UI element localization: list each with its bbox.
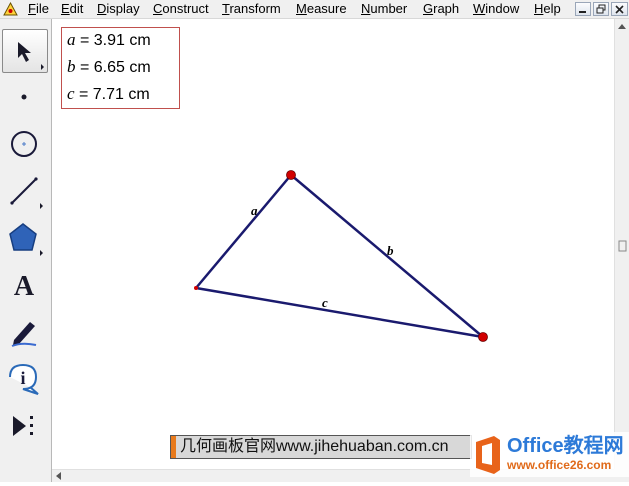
arrow-tool[interactable] bbox=[2, 29, 48, 73]
measurement-a[interactable]: a = 3.91 cm bbox=[67, 30, 151, 51]
marker-tool[interactable] bbox=[2, 310, 48, 354]
measurement-c-value: = 7.71 cm bbox=[74, 86, 150, 103]
point-icon bbox=[21, 94, 27, 100]
logo-title: Office教程网 bbox=[507, 435, 624, 457]
minimize-button[interactable] bbox=[575, 2, 591, 16]
vertex-point-left[interactable] bbox=[194, 286, 198, 290]
straightedge-tool[interactable] bbox=[2, 169, 48, 213]
close-icon bbox=[615, 5, 624, 14]
measurement-a-value: = 3.91 cm bbox=[75, 32, 151, 49]
watermark-bar: 几何画板官网www.jihehuaban.com.cn bbox=[170, 435, 472, 459]
text-tool-glyph: A bbox=[14, 271, 35, 302]
restore-button[interactable] bbox=[593, 2, 609, 16]
vertex-point-right[interactable] bbox=[478, 332, 488, 342]
pen-marker-icon bbox=[11, 322, 37, 347]
menu-transform[interactable]: Transform bbox=[222, 1, 281, 17]
measurement-b-var: b bbox=[67, 57, 76, 76]
menu-help[interactable]: Help bbox=[534, 1, 561, 17]
close-button[interactable] bbox=[611, 2, 628, 16]
menu-graph[interactable]: Graph bbox=[423, 1, 459, 17]
measurement-b[interactable]: b = 6.65 cm bbox=[67, 57, 151, 78]
segment-icon bbox=[10, 177, 43, 209]
measurement-b-value: = 6.65 cm bbox=[75, 59, 151, 76]
toolbox: A i bbox=[0, 19, 52, 482]
menu-measure[interactable]: Measure bbox=[296, 1, 347, 17]
point-tool[interactable] bbox=[2, 75, 48, 119]
info-icon: i bbox=[9, 363, 39, 395]
app-icon[interactable] bbox=[3, 2, 18, 17]
side-label-c: c bbox=[322, 295, 328, 310]
custom-tool[interactable] bbox=[2, 404, 48, 448]
vertex-point-top[interactable] bbox=[286, 170, 296, 180]
menu-bar: File Edit Display Construct Transform Me… bbox=[0, 0, 629, 19]
compass-tool[interactable] bbox=[2, 122, 48, 166]
information-tool[interactable]: i bbox=[2, 357, 48, 401]
segment-c[interactable] bbox=[195, 286, 484, 339]
circle-icon bbox=[11, 131, 37, 157]
vertical-scrollbar[interactable] bbox=[614, 19, 629, 469]
menu-number[interactable]: Number bbox=[361, 1, 407, 17]
text-tool[interactable]: A bbox=[2, 263, 48, 307]
text-a-icon: A bbox=[14, 271, 35, 302]
custom-tool-icon bbox=[13, 416, 33, 436]
watermark-text: 几何画板官网www.jihehuaban.com.cn bbox=[180, 438, 449, 455]
pentagon-icon bbox=[9, 223, 43, 256]
arrow-pointer-icon bbox=[18, 42, 44, 70]
measurement-a-var: a bbox=[67, 30, 76, 49]
segment-a[interactable] bbox=[195, 174, 292, 289]
vertical-scrollbar-parts bbox=[618, 24, 627, 252]
restore-icon bbox=[596, 4, 606, 14]
side-label-a: a bbox=[251, 203, 258, 218]
side-label-b: b bbox=[387, 243, 394, 258]
minimize-icon bbox=[579, 11, 586, 13]
menu-file[interactable]: File bbox=[28, 1, 49, 17]
menu-window[interactable]: Window bbox=[473, 1, 519, 17]
logo-url: www.office26.com bbox=[507, 458, 612, 472]
info-tool-glyph: i bbox=[20, 368, 25, 388]
measurement-c[interactable]: c = 7.71 cm bbox=[67, 84, 150, 105]
menu-edit[interactable]: Edit bbox=[61, 1, 83, 17]
watermark-accent bbox=[171, 436, 176, 458]
measurement-box[interactable]: a = 3.91 cm b = 6.65 cm c = 7.71 cm bbox=[61, 27, 180, 109]
menu-display[interactable]: Display bbox=[97, 1, 140, 17]
polygon-tool[interactable] bbox=[2, 216, 48, 260]
menu-construct[interactable]: Construct bbox=[153, 1, 209, 17]
measurement-c-var: c bbox=[67, 84, 75, 103]
office-logo-icon bbox=[476, 436, 500, 474]
